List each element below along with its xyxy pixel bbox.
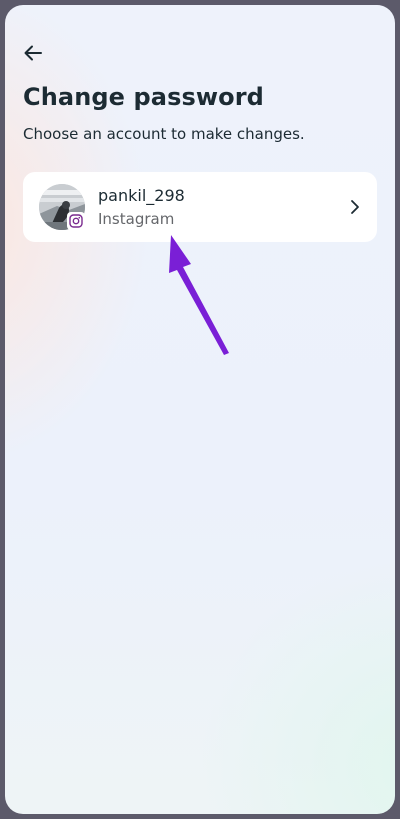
arrow-left-icon [24,45,42,61]
account-username: pankil_298 [98,186,185,205]
chevron-right-icon [351,200,359,214]
page-title: Change password [23,83,264,111]
instagram-icon [67,212,85,230]
change-password-screen: Change password Choose an account to mak… [5,5,395,814]
account-platform: Instagram [98,210,175,228]
account-item-pankil_298[interactable]: pankil_298 Instagram [23,172,377,242]
page-subtitle: Choose an account to make changes. [23,125,305,143]
back-button[interactable] [19,39,47,67]
